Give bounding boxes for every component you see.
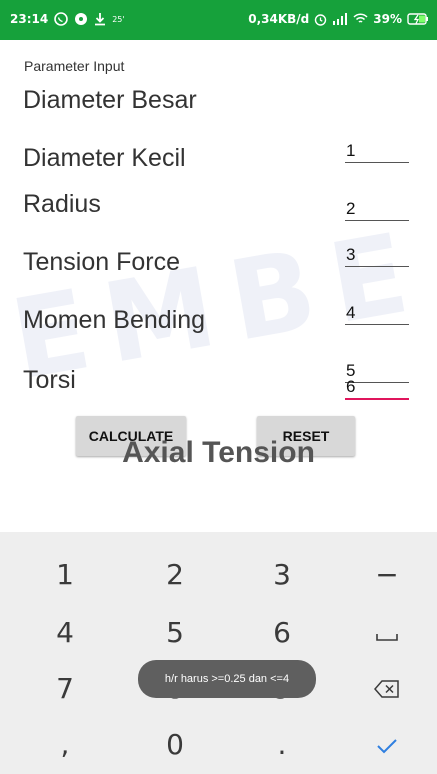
whatsapp-icon [54, 12, 69, 26]
backspace-icon [374, 672, 400, 705]
key-6[interactable]: 6 [229, 604, 335, 660]
key-2[interactable]: 2 [122, 546, 228, 602]
status-bar: 23:14 25' 0,34KB/d 39% [0, 0, 437, 40]
network-speed: 0,34KB/d [248, 12, 310, 26]
torsi-label: Torsi [23, 366, 76, 394]
torsi-input[interactable]: 6 [345, 374, 409, 400]
row-momen-bending: Momen Bending 5 [0, 304, 437, 383]
row-diameter-besar: Diameter Besar 1 [0, 84, 437, 163]
chat-bubble-icon [74, 12, 88, 26]
row-tension-force: Tension Force 4 [0, 246, 437, 325]
notification-count: 25' [112, 14, 125, 24]
section-label: Parameter Input [24, 58, 125, 74]
validation-toast: h/r harus >=0.25 dan <=4 [138, 660, 316, 698]
battery-percent: 39% [373, 12, 402, 26]
key-dot[interactable]: . [229, 716, 335, 772]
row-diameter-kecil: Diameter Kecil 2 [0, 142, 437, 221]
row-radius: Radius 3 [0, 188, 437, 267]
diameter-kecil-label: Diameter Kecil [23, 144, 186, 172]
clock: 23:14 [10, 12, 49, 26]
space-key-icon [376, 616, 398, 649]
row-torsi: Torsi 6 [0, 360, 437, 410]
key-3[interactable]: 3 [229, 546, 335, 602]
key-7[interactable]: 7 [12, 660, 118, 716]
key-done[interactable] [334, 716, 437, 772]
done-check-icon [376, 728, 398, 761]
download-icon [94, 12, 106, 26]
radius-label: Radius [23, 190, 101, 218]
battery-charging-icon [407, 13, 429, 25]
key-4[interactable]: 4 [12, 604, 118, 660]
key-0[interactable]: 0 [122, 716, 228, 772]
key-backspace[interactable] [334, 660, 437, 716]
signal-icon [332, 13, 348, 25]
tension-force-label: Tension Force [23, 248, 181, 276]
result-title: Axial Tension [122, 436, 315, 469]
diameter-besar-label: Diameter Besar [23, 86, 197, 114]
alarm-icon [314, 13, 327, 26]
wifi-icon [353, 13, 368, 25]
key-1[interactable]: 1 [12, 546, 118, 602]
key-5[interactable]: 5 [122, 604, 228, 660]
numeric-keyboard: 1 2 3 − 4 5 6 7 8 9 , 0 . [0, 532, 437, 774]
key-comma[interactable]: , [12, 716, 118, 772]
key-space[interactable] [334, 604, 437, 660]
momen-bending-label: Momen Bending [23, 306, 206, 334]
key-minus[interactable]: − [334, 546, 437, 602]
